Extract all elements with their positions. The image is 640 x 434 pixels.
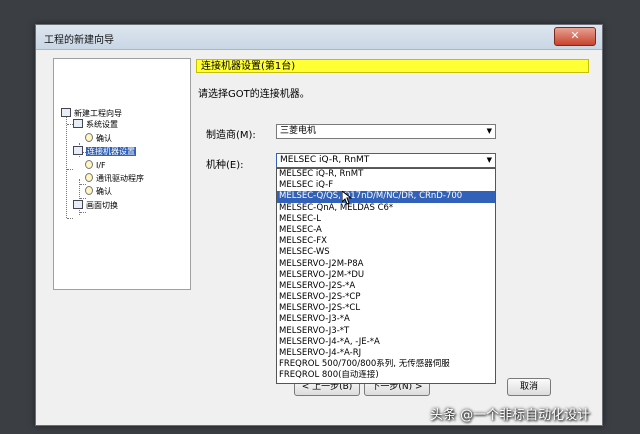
list-item[interactable]: MELSERVO-J3-*T: [277, 326, 495, 337]
tree-item-interface[interactable]: I/F: [85, 159, 106, 172]
list-item[interactable]: MELSERVO-J2M-P8A: [277, 259, 495, 270]
tree-item-connected-device-settings[interactable]: 连接机器设置: [73, 145, 136, 158]
close-button[interactable]: ✕: [554, 27, 596, 46]
instruction-text: 请选择GOT的连接机器。: [198, 89, 310, 100]
maker-value: 三菱电机: [280, 126, 317, 136]
screen-icon: [73, 200, 83, 209]
bulb-icon: [85, 173, 93, 182]
cancel-button[interactable]: 取消: [507, 378, 551, 396]
tree-item-confirm-device[interactable]: 确认: [85, 185, 112, 198]
list-item[interactable]: MELSEC-WS: [277, 247, 495, 258]
list-item[interactable]: MELSERVO-J2S-*CP: [277, 292, 495, 303]
model-dropdown-list[interactable]: MELSEC iQ-R, RnMT MELSEC iQ-F MELSEC-Q/Q…: [276, 168, 496, 384]
chevron-down-icon[interactable]: ▼: [487, 154, 492, 167]
wizard-step-tree-panel: 新建工程向导 系统设置 确认 连接机器设置 I/F 通讯驱动程序 确认 画面切换: [53, 58, 191, 290]
window-title: 工程的新建向导: [44, 35, 114, 46]
bulb-icon: [85, 186, 93, 195]
list-item[interactable]: MELSEC iQ-F: [277, 180, 495, 191]
bulb-icon: [85, 160, 93, 169]
tree-item-confirm-system[interactable]: 确认: [85, 132, 112, 145]
list-item[interactable]: FREQROL 800(自动连接): [277, 370, 495, 381]
list-item[interactable]: MELSEC-L: [277, 214, 495, 225]
list-item[interactable]: MELSERVO-J3-*A: [277, 314, 495, 325]
maker-select[interactable]: 三菱电机 ▼: [276, 124, 496, 139]
maker-label: 制造商(M):: [206, 130, 256, 141]
device-icon: [73, 146, 83, 155]
tree-item-screen-switching[interactable]: 画面切换: [73, 199, 118, 212]
list-item[interactable]: MELSERVO-J4-*A, -JE-*A: [277, 337, 495, 348]
wizard-icon: [61, 108, 71, 117]
list-item[interactable]: MELSERVO-J2S-*A: [277, 281, 495, 292]
model-value: MELSEC iQ-R, RnMT: [280, 155, 370, 165]
tree-item-system-settings[interactable]: 系统设置: [73, 118, 118, 131]
list-item[interactable]: MELSEC-Q/QS, Q17nD/M/NC/DR, CRnD-700: [277, 191, 495, 203]
section-header: 连接机器设置(第1台): [196, 59, 589, 73]
new-project-wizard-window: 工程的新建向导 ✕ 新建工程向导 系统设置 确认 连接机器设置 I/F 通讯驱动…: [35, 24, 603, 426]
model-label: 机种(E):: [206, 160, 244, 171]
list-item[interactable]: MELSERVO-J2M-*DU: [277, 270, 495, 281]
chevron-down-icon[interactable]: ▼: [487, 125, 492, 138]
list-item[interactable]: MELSERVO-J4-*A-RJ: [277, 348, 495, 359]
tree-item-comm-driver[interactable]: 通讯驱动程序: [85, 172, 144, 185]
model-select[interactable]: MELSEC iQ-R, RnMT ▼: [276, 153, 496, 168]
system-icon: [73, 119, 83, 128]
title-bar: 工程的新建向导 ✕: [36, 25, 602, 50]
list-item[interactable]: FREQROL 500/700/800系列, 无传感器伺服: [277, 359, 495, 370]
bulb-icon: [85, 133, 93, 142]
list-item[interactable]: MELSERVO-J2S-*CL: [277, 303, 495, 314]
list-item[interactable]: MELSEC-FX: [277, 236, 495, 247]
list-item[interactable]: MELSEC-A: [277, 225, 495, 236]
list-item[interactable]: MELSEC-QnA, MELDAS C6*: [277, 203, 495, 214]
watermark: 头条 @一个非标自动化设计: [430, 408, 591, 423]
list-item[interactable]: MELSEC iQ-R, RnMT: [277, 169, 495, 180]
